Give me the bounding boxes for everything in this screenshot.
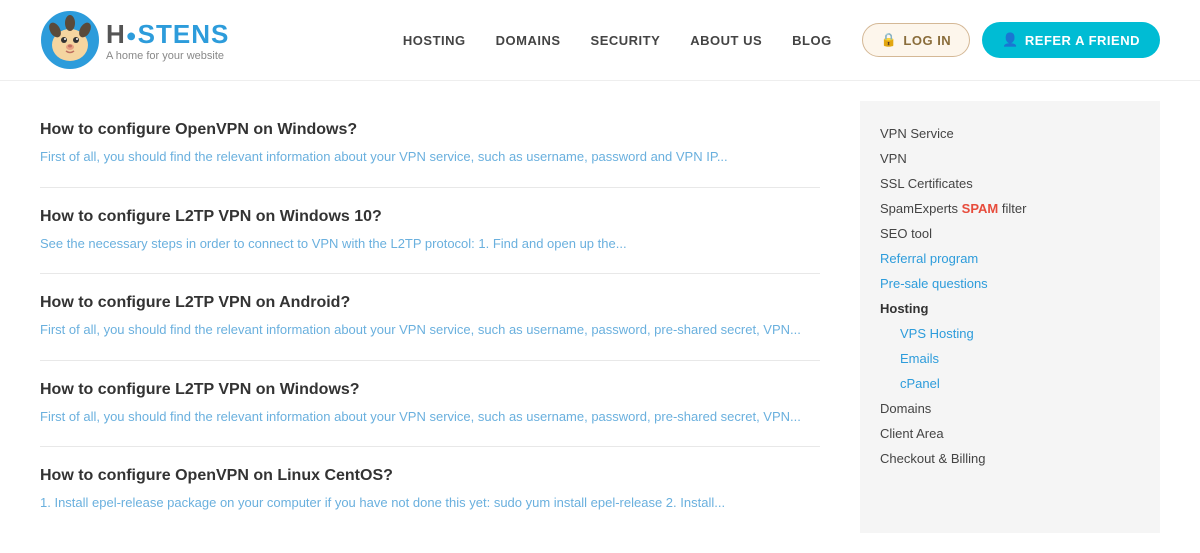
sidebar-sub-hosting: VPS Hosting Emails cPanel — [880, 321, 1140, 396]
user-icon: 👤 — [1002, 32, 1019, 48]
article-title: How to configure OpenVPN on Windows? — [40, 121, 820, 139]
nav-security[interactable]: SECURITY — [591, 33, 661, 48]
articles-list: How to configure OpenVPN on Windows? Fir… — [40, 101, 860, 533]
spam-label: SPAM — [962, 201, 999, 216]
article-title: How to configure OpenVPN on Linux CentOS… — [40, 467, 820, 485]
main-content: How to configure OpenVPN on Windows? Fir… — [0, 81, 1200, 553]
article-item: How to configure OpenVPN on Linux CentOS… — [40, 447, 820, 533]
sidebar-item-vps-hosting[interactable]: VPS Hosting — [900, 321, 1140, 346]
article-item: How to configure L2TP VPN on Windows? Fi… — [40, 361, 820, 448]
article-title: How to configure L2TP VPN on Windows? — [40, 381, 820, 399]
nav-blog[interactable]: BLOG — [792, 33, 832, 48]
sidebar: VPN Service VPN SSL Certificates SpamExp… — [860, 101, 1160, 533]
main-nav: HOSTING DOMAINS SECURITY ABOUT US BLOG — [403, 33, 832, 48]
article-excerpt: First of all, you should find the releva… — [40, 147, 820, 167]
sidebar-item-checkout-billing[interactable]: Checkout & Billing — [880, 446, 1140, 471]
sidebar-item-presale[interactable]: Pre-sale questions — [880, 271, 1140, 296]
logo[interactable]: H●STENS A home for your website — [40, 10, 229, 70]
login-button[interactable]: 🔒 LOG IN — [862, 23, 970, 57]
sidebar-item-hosting[interactable]: Hosting — [880, 296, 1140, 321]
sidebar-item-client-area[interactable]: Client Area — [880, 421, 1140, 446]
logo-brand: H●STENS — [106, 19, 229, 50]
article-excerpt: First of all, you should find the releva… — [40, 407, 820, 427]
nav-hosting[interactable]: HOSTING — [403, 33, 466, 48]
refer-label: REFER A FRIEND — [1025, 33, 1140, 48]
login-label: LOG IN — [903, 33, 951, 48]
nav-about-us[interactable]: ABOUT US — [690, 33, 762, 48]
sidebar-item-spamexperts[interactable]: SpamExperts SPAM filter — [880, 196, 1140, 221]
article-title: How to configure L2TP VPN on Windows 10? — [40, 208, 820, 226]
article-item: How to configure OpenVPN on Windows? Fir… — [40, 101, 820, 188]
lock-icon: 🔒 — [881, 32, 898, 48]
sidebar-item-ssl[interactable]: SSL Certificates — [880, 171, 1140, 196]
article-excerpt: 1. Install epel-release package on your … — [40, 493, 820, 513]
sidebar-item-vpn-service[interactable]: VPN Service — [880, 121, 1140, 146]
article-item: How to configure L2TP VPN on Android? Fi… — [40, 274, 820, 361]
refer-button[interactable]: 👤 REFER A FRIEND — [982, 22, 1160, 58]
sidebar-item-domains[interactable]: Domains — [880, 396, 1140, 421]
article-title: How to configure L2TP VPN on Android? — [40, 294, 820, 312]
logo-icon — [40, 10, 100, 70]
sidebar-item-seo[interactable]: SEO tool — [880, 221, 1140, 246]
sidebar-item-vpn[interactable]: VPN — [880, 146, 1140, 171]
nav-domains[interactable]: DOMAINS — [496, 33, 561, 48]
sidebar-item-referral[interactable]: Referral program — [880, 246, 1140, 271]
sidebar-item-emails[interactable]: Emails — [900, 346, 1140, 371]
article-excerpt: First of all, you should find the releva… — [40, 320, 820, 340]
article-item: How to configure L2TP VPN on Windows 10?… — [40, 188, 820, 275]
logo-text: H●STENS A home for your website — [106, 19, 229, 62]
sidebar-item-cpanel[interactable]: cPanel — [900, 371, 1140, 396]
article-excerpt: See the necessary steps in order to conn… — [40, 234, 820, 254]
header: H●STENS A home for your website HOSTING … — [0, 0, 1200, 81]
logo-tagline: A home for your website — [106, 50, 229, 62]
